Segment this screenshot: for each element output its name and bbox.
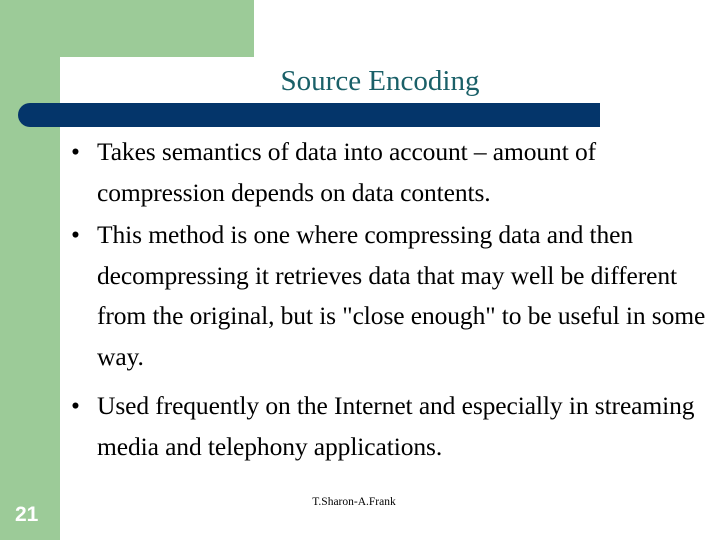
bullet-dot-icon: • — [71, 137, 80, 166]
bullet-dot-icon: • — [71, 220, 80, 249]
attribution-footer: T.Sharon-A.Frank — [312, 496, 396, 508]
list-item-text: Takes semantics of data into account – a… — [97, 137, 597, 207]
bullet-list: • Takes semantics of data into account –… — [60, 132, 715, 467]
green-top-block — [0, 0, 254, 57]
list-item: • Takes semantics of data into account –… — [60, 132, 715, 213]
slide-canvas: Source Encoding • Takes semantics of dat… — [0, 0, 720, 540]
green-left-band — [0, 0, 60, 540]
page-title: Source Encoding — [280, 65, 480, 97]
list-item: • This method is one where compressing d… — [60, 215, 715, 377]
navy-title-underline-bar — [18, 103, 600, 127]
bullet-dot-icon: • — [71, 391, 80, 420]
list-item: • Used frequently on the Internet and es… — [60, 386, 715, 467]
list-item-text: Used frequently on the Internet and espe… — [97, 391, 695, 461]
list-item-text: This method is one where compressing dat… — [97, 220, 706, 371]
slide-body: • Takes semantics of data into account –… — [60, 132, 715, 469]
